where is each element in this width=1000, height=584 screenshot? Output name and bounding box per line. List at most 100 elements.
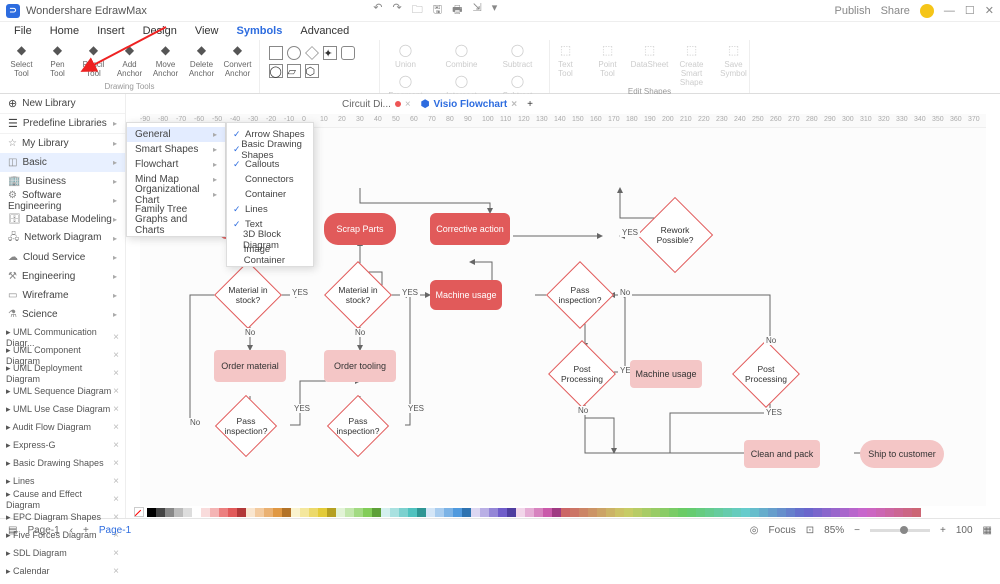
fit-icon[interactable]: ⊡ — [806, 525, 814, 536]
close-icon[interactable]: × — [113, 332, 119, 343]
menu-view[interactable]: View — [195, 25, 219, 37]
color-swatch[interactable] — [588, 508, 597, 517]
tab-circuitdi[interactable]: Circuit Di... × — [342, 99, 411, 110]
status-focus[interactable]: Focus — [769, 525, 796, 536]
color-swatch[interactable] — [615, 508, 624, 517]
node-material-stock-1[interactable]: Material in stock? — [224, 271, 272, 319]
close-icon[interactable]: × — [113, 512, 119, 523]
node-machine-usage-1[interactable]: Machine usage — [430, 280, 502, 310]
tool-datasheet[interactable]: ⬚DataSheet — [631, 42, 669, 87]
menu-file[interactable]: File — [14, 25, 32, 37]
node-machine-usage-2[interactable]: Machine usage — [630, 360, 702, 388]
node-pass-inspection-2[interactable]: Pass inspection? — [224, 404, 268, 448]
color-swatch[interactable] — [237, 508, 246, 517]
close-icon[interactable]: × — [113, 368, 119, 379]
tool-combine[interactable]: ◯Combine — [436, 42, 488, 69]
submenu-graphs-and-charts[interactable]: Graphs and Charts — [127, 217, 225, 232]
node-clean-pack[interactable]: Clean and pack — [744, 440, 820, 468]
color-swatch[interactable] — [705, 508, 714, 517]
category-business[interactable]: 🏢Business▸ — [0, 172, 125, 191]
node-post-processing-1[interactable]: Post Processing — [558, 350, 606, 398]
color-swatch[interactable] — [354, 508, 363, 517]
submenu-flowchart[interactable]: Flowchart▸ — [127, 157, 225, 172]
close-icon[interactable]: × — [113, 350, 119, 361]
zoom-in-icon[interactable]: + — [940, 525, 946, 536]
color-swatch[interactable] — [192, 508, 201, 517]
tool-text[interactable]: ⬚TextTool — [547, 42, 585, 87]
submenu2-basic-drawing-shapes[interactable]: ✓Basic Drawing Shapes — [227, 142, 313, 157]
color-swatch[interactable] — [246, 508, 255, 517]
library-item[interactable]: ▸ Calendar× — [0, 562, 125, 580]
color-swatch[interactable] — [678, 508, 687, 517]
color-swatch[interactable] — [219, 508, 228, 517]
color-swatch[interactable] — [480, 508, 489, 517]
color-swatch[interactable] — [444, 508, 453, 517]
category-basic[interactable]: ◫Basic▸ — [0, 153, 125, 172]
color-swatch[interactable] — [570, 508, 579, 517]
color-swatch[interactable] — [696, 508, 705, 517]
color-swatch[interactable] — [534, 508, 543, 517]
color-swatch[interactable] — [903, 508, 912, 517]
color-swatch[interactable] — [687, 508, 696, 517]
color-swatch[interactable] — [165, 508, 174, 517]
color-swatch[interactable] — [849, 508, 858, 517]
tool-subtract[interactable]: ◯Subtract — [492, 42, 544, 69]
close-icon[interactable]: × — [113, 530, 119, 541]
color-swatch[interactable] — [462, 508, 471, 517]
node-scrap-parts[interactable]: Scrap Parts — [324, 213, 396, 245]
color-swatch[interactable] — [723, 508, 732, 517]
more-icon[interactable]: ▾ — [492, 1, 498, 20]
minimize-icon[interactable]: — — [944, 5, 955, 17]
node-order-material[interactable]: Order material — [214, 350, 286, 382]
color-swatch[interactable] — [336, 508, 345, 517]
color-swatch[interactable] — [867, 508, 876, 517]
node-post-processing-2[interactable]: Post Processing — [742, 350, 790, 398]
color-swatch[interactable] — [390, 508, 399, 517]
color-swatch[interactable] — [633, 508, 642, 517]
node-pass-inspection-3[interactable]: Pass inspection? — [336, 404, 380, 448]
redo-icon[interactable]: ↷ — [392, 1, 401, 20]
tool-pen[interactable]: ◆PenTool — [42, 42, 74, 78]
tab-visioflowchart[interactable]: ⬢ Visio Flowchart × — [421, 99, 517, 110]
save-icon[interactable]: 🖫 — [433, 1, 442, 20]
color-swatch[interactable] — [147, 508, 156, 517]
node-rework-possible[interactable]: Rework Possible? — [648, 208, 702, 262]
color-swatch[interactable] — [309, 508, 318, 517]
publish-link[interactable]: Publish — [834, 5, 870, 17]
undo-icon[interactable]: ↶ — [373, 1, 382, 20]
library-item[interactable]: ▸ Cause and Effect Diagram× — [0, 490, 125, 508]
category-engineering[interactable]: ⚒Engineering▸ — [0, 267, 125, 286]
color-swatch[interactable] — [426, 508, 435, 517]
tool-create smart[interactable]: ⬚Create SmartShape — [673, 42, 711, 87]
color-swatch[interactable] — [174, 508, 183, 517]
layout-icon[interactable]: ▦ — [983, 525, 992, 536]
color-swatch[interactable] — [579, 508, 588, 517]
zoom-slider[interactable] — [870, 529, 930, 532]
color-swatch[interactable] — [291, 508, 300, 517]
color-swatch[interactable] — [345, 508, 354, 517]
color-swatch[interactable] — [912, 508, 921, 517]
submenu2-image-container[interactable]: Image Container — [227, 247, 313, 262]
color-swatch[interactable] — [363, 508, 372, 517]
export-icon[interactable]: ⇲ — [472, 1, 481, 20]
close-icon[interactable]: ✕ — [985, 4, 994, 17]
node-pass-inspection-1[interactable]: Pass inspection? — [556, 271, 604, 319]
color-swatch[interactable] — [228, 508, 237, 517]
tool-save[interactable]: ⬚SaveSymbol — [715, 42, 753, 87]
close-icon[interactable]: × — [113, 476, 119, 487]
maximize-icon[interactable]: ☐ — [965, 4, 975, 17]
color-swatch[interactable] — [543, 508, 552, 517]
library-item[interactable]: ▸ Five Forces Diagram× — [0, 526, 125, 544]
color-swatch[interactable] — [732, 508, 741, 517]
color-swatch[interactable] — [156, 508, 165, 517]
shape-preview-grid[interactable]: ✦ ◯▱⬡ — [265, 42, 375, 82]
close-icon[interactable]: × — [113, 458, 119, 469]
category-network-diagram[interactable]: 🖧Network Diagram▸ — [0, 229, 125, 248]
submenu2-container[interactable]: Container — [227, 187, 313, 202]
submenu-smart-shapes[interactable]: Smart Shapes▸ — [127, 142, 225, 157]
color-swatch[interactable] — [768, 508, 777, 517]
color-swatch[interactable] — [435, 508, 444, 517]
new-library-button[interactable]: ⊕New Library — [0, 94, 125, 114]
tool-select[interactable]: ◆SelectTool — [6, 42, 38, 78]
color-swatch[interactable] — [561, 508, 570, 517]
